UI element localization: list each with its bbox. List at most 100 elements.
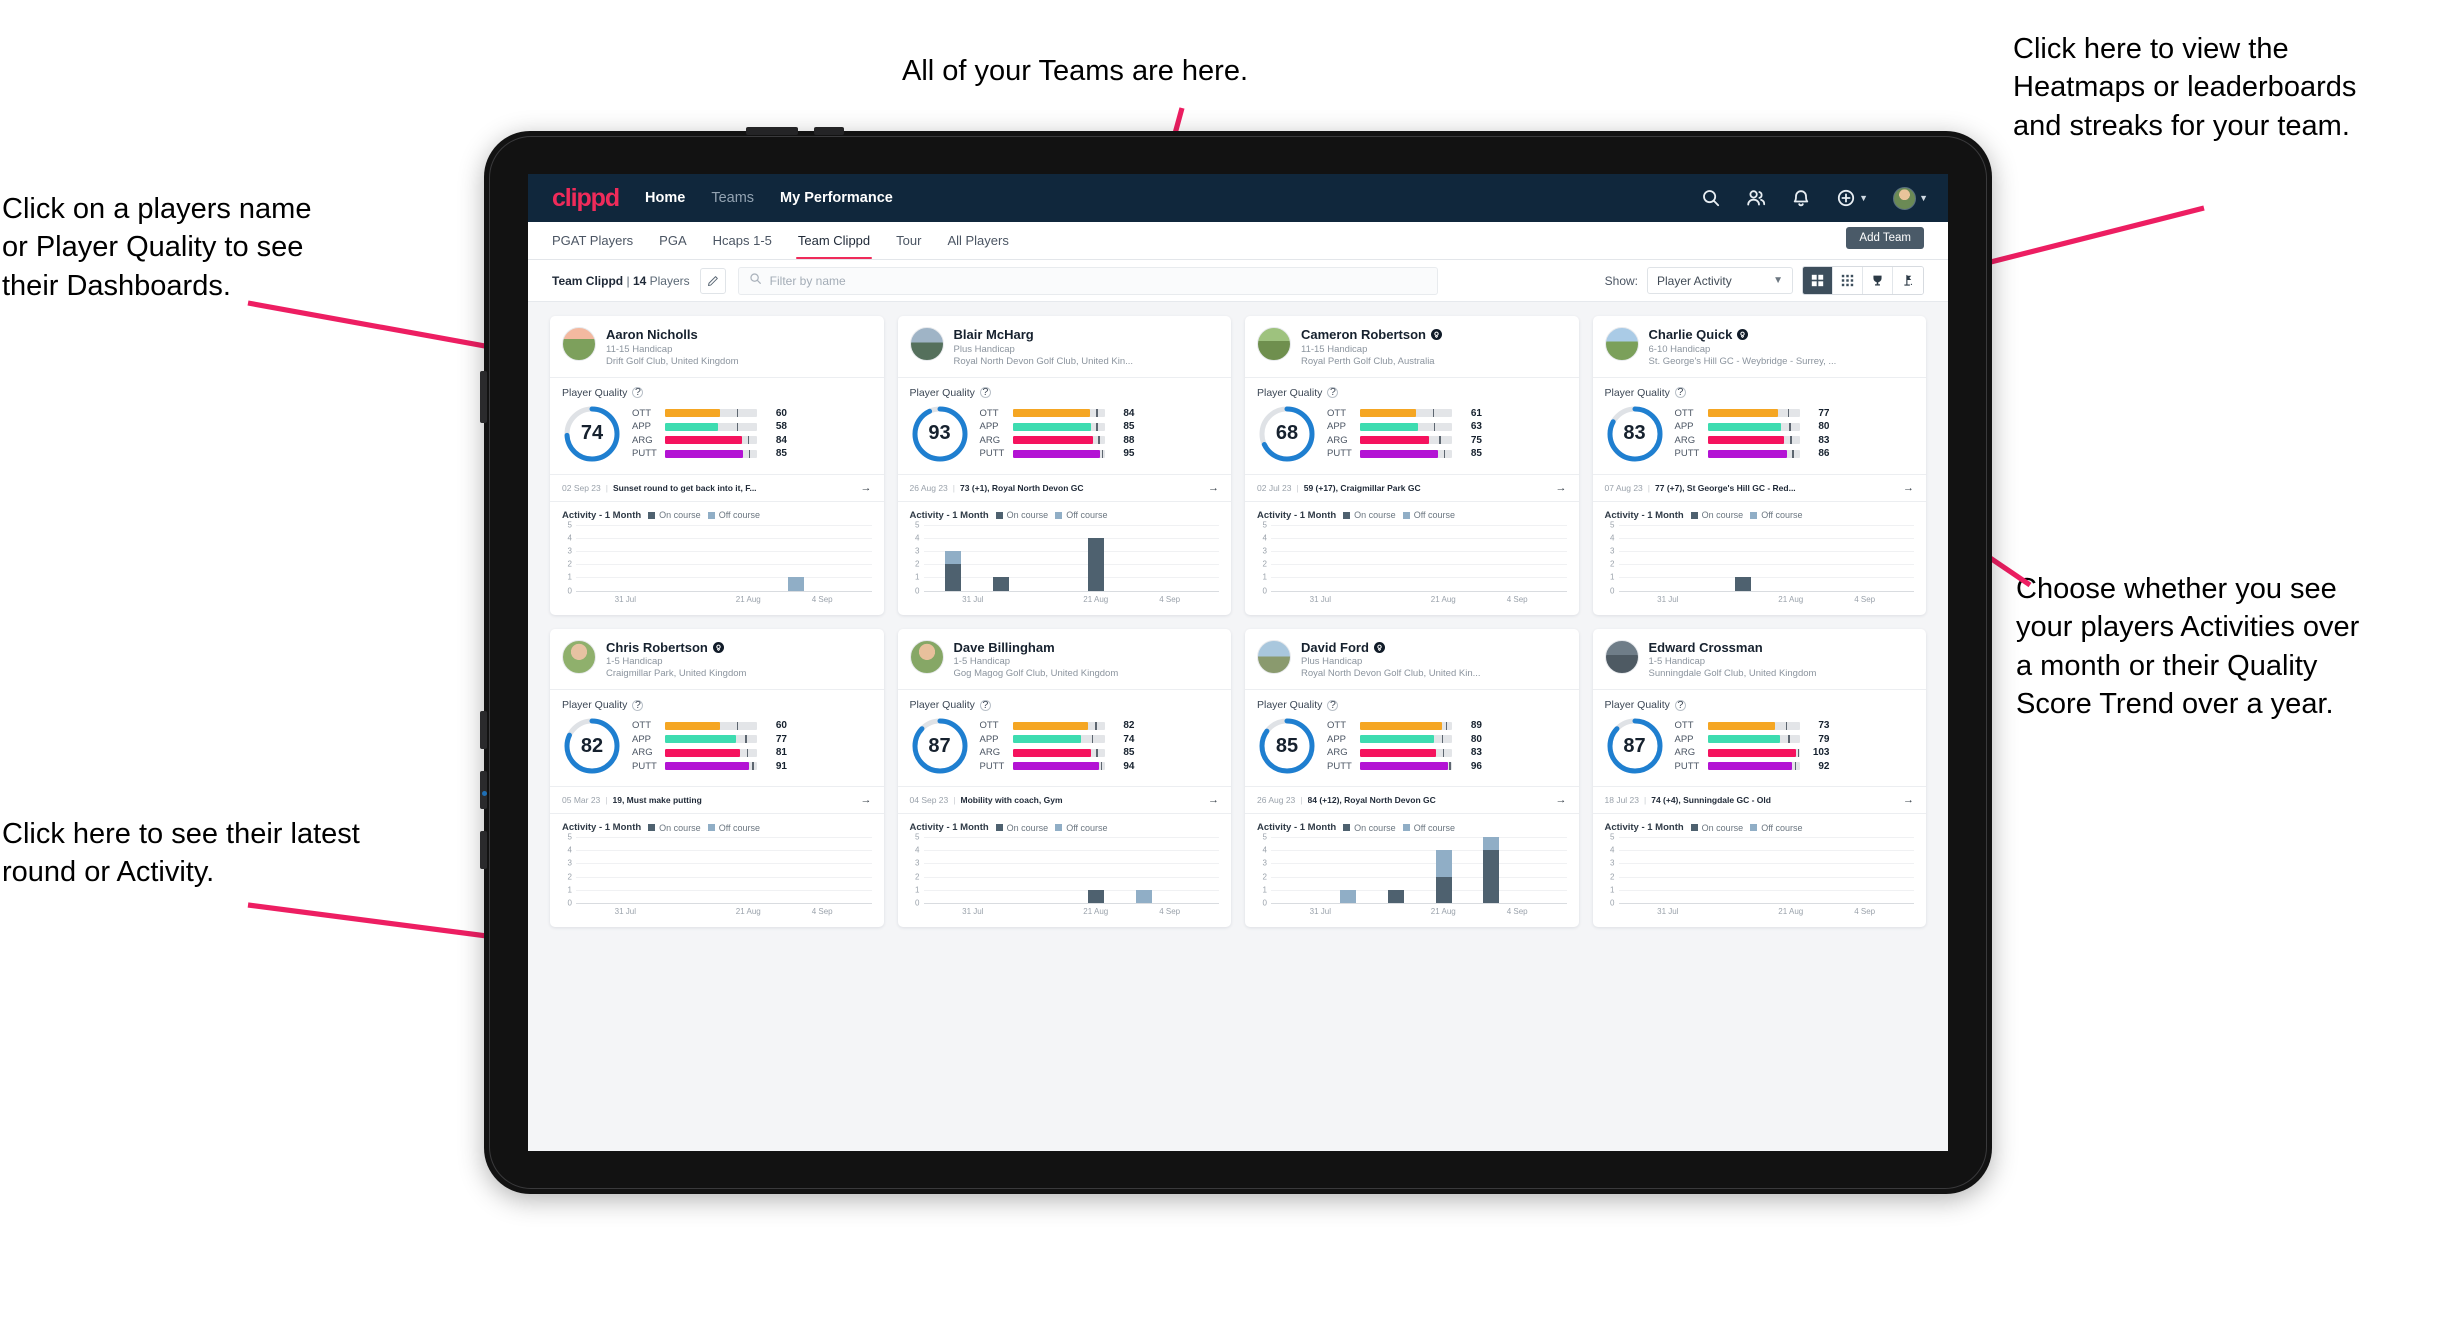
- player-avatar[interactable]: [1257, 327, 1291, 361]
- player-card-header[interactable]: Aaron Nicholls 11-15 Handicap Drift Golf C…: [550, 316, 884, 377]
- player-card-header[interactable]: Dave Billingham 1-5 Handicap Gog Magog Gol…: [898, 629, 1232, 690]
- player-card[interactable]: Charlie Quick 6-10 Handicap St. George's H…: [1592, 316, 1927, 615]
- player-card[interactable]: Aaron Nicholls 11-15 Handicap Drift Golf C…: [550, 316, 884, 615]
- arrow-right-icon[interactable]: →: [1556, 794, 1567, 806]
- metric-row: PUTT 91: [632, 761, 872, 772]
- metric-label: OTT: [632, 407, 651, 419]
- pencil-icon[interactable]: [699, 267, 726, 294]
- latest-round-row[interactable]: 04 Sep 23 | Mobility with coach, Gym →: [897, 786, 1231, 814]
- tab-pgat-players[interactable]: PGAT Players: [552, 222, 633, 259]
- arrow-right-icon[interactable]: →: [861, 794, 872, 806]
- player-quality-body[interactable]: 83 OTT 77 APP 80 ARG 83 PUTT 86: [1593, 403, 1927, 474]
- player-name[interactable]: Aaron Nicholls: [606, 327, 698, 342]
- arrow-right-icon[interactable]: →: [1208, 482, 1219, 494]
- chart-plot-area: 5 4 3 2 1 0: [1263, 520, 1567, 595]
- nav-my-performance[interactable]: My Performance: [780, 190, 893, 206]
- player-card-header[interactable]: Edward Crossman 1-5 Handicap Sunningdale G…: [1593, 629, 1927, 690]
- player-name[interactable]: Cameron Robertson: [1301, 327, 1426, 342]
- player-quality-body[interactable]: 85 OTT 89 APP 80 ARG 83 PUTT 96: [1245, 715, 1579, 786]
- tab-tour[interactable]: Tour: [896, 222, 921, 259]
- question-mark-icon[interactable]: ?: [1327, 699, 1339, 711]
- player-name[interactable]: Charlie Quick: [1649, 327, 1733, 342]
- add-team-button[interactable]: Add Team: [1846, 227, 1924, 249]
- latest-round-row[interactable]: 26 Aug 23 | 73 (+1), Royal North Devon GC →: [897, 473, 1231, 502]
- avatar[interactable]: ▼: [1893, 186, 1928, 210]
- player-name[interactable]: Chris Robertson: [606, 640, 708, 655]
- player-quality-body[interactable]: 87 OTT 82 APP 74 ARG 85 PUTT 94: [898, 715, 1232, 786]
- player-card-header[interactable]: Cameron Robertson 11-15 Handicap Royal Per…: [1245, 316, 1579, 377]
- latest-round-row[interactable]: 02 Sep 23 | Sunset round to get back into …: [550, 473, 884, 502]
- question-mark-icon[interactable]: ?: [1327, 387, 1339, 398]
- quality-score-ring[interactable]: 87: [1605, 716, 1665, 776]
- arrow-right-icon[interactable]: →: [1903, 794, 1914, 806]
- player-card[interactable]: Chris Robertson 1-5 Handicap Craigmillar P…: [550, 628, 884, 927]
- player-avatar[interactable]: [1604, 639, 1639, 674]
- player-avatar[interactable]: [1604, 327, 1639, 361]
- question-mark-icon[interactable]: ?: [632, 387, 644, 398]
- latest-round-row[interactable]: 18 Jul 23 | 74 (+4), Sunningdale GC - Old →: [1592, 786, 1926, 814]
- quality-score-ring[interactable]: 83: [1605, 404, 1665, 464]
- player-name[interactable]: David Ford: [1301, 640, 1369, 655]
- player-avatar[interactable]: [562, 639, 596, 674]
- player-card-header[interactable]: Charlie Quick 6-10 Handicap St. George's H…: [1593, 316, 1927, 377]
- player-handicap: 1-5 Handicap: [606, 656, 663, 667]
- question-mark-icon[interactable]: ?: [1674, 387, 1686, 398]
- bell-icon[interactable]: [1791, 188, 1811, 208]
- grid-large-icon[interactable]: [1803, 267, 1833, 294]
- arrow-right-icon[interactable]: →: [861, 482, 872, 494]
- player-avatar[interactable]: [909, 639, 944, 674]
- trophy-icon[interactable]: [1863, 267, 1893, 294]
- player-card[interactable]: Edward Crossman 1-5 Handicap Sunningdale G…: [1592, 628, 1927, 927]
- latest-round-row[interactable]: 07 Aug 23 | 77 (+7), St George's Hill GC -…: [1592, 473, 1926, 502]
- player-card[interactable]: Cameron Robertson 11-15 Handicap Royal Per…: [1245, 316, 1579, 615]
- player-quality-body[interactable]: 74 OTT 60 APP 58 ARG 84 PUTT 85: [550, 403, 884, 474]
- latest-round-row[interactable]: 05 Mar 23 | 19, Must make putting →: [550, 786, 884, 814]
- people-icon[interactable]: [1746, 188, 1766, 208]
- player-avatar[interactable]: [909, 327, 944, 361]
- player-card-header[interactable]: David Ford Plus Handicap Royal North Devon…: [1245, 629, 1579, 690]
- player-quality-body[interactable]: 87 OTT 73 APP 79 ARG 103 PUTT 92: [1593, 715, 1927, 786]
- player-quality-body[interactable]: 68 OTT 61 APP 63 ARG 75 PUTT 85: [1245, 403, 1579, 474]
- grid-small-icon[interactable]: [1833, 267, 1863, 294]
- player-card-header[interactable]: Chris Robertson 1-5 Handicap Craigmillar P…: [550, 629, 884, 690]
- tab-hcaps-1-5[interactable]: Hcaps 1-5: [713, 222, 772, 259]
- golf-flag-icon[interactable]: [1893, 267, 1923, 294]
- nav-teams[interactable]: Teams: [711, 190, 754, 206]
- quality-score-ring[interactable]: 82: [562, 716, 622, 776]
- quality-score-ring[interactable]: 87: [910, 716, 970, 776]
- arrow-right-icon[interactable]: →: [1208, 794, 1219, 806]
- tab-team-clippd[interactable]: Team Clippd: [795, 222, 873, 259]
- tab-all-players[interactable]: All Players: [947, 222, 1008, 259]
- player-card[interactable]: David Ford Plus Handicap Royal North Devon…: [1245, 628, 1579, 927]
- question-mark-icon[interactable]: ?: [979, 699, 991, 711]
- quality-score-ring[interactable]: 68: [1257, 404, 1317, 464]
- player-avatar[interactable]: [562, 327, 596, 361]
- quality-score-ring[interactable]: 93: [910, 404, 970, 464]
- player-name[interactable]: Edward Crossman: [1649, 640, 1763, 655]
- latest-round-row[interactable]: 02 Jul 23 | 59 (+17), Craigmillar Park GC →: [1245, 473, 1579, 502]
- latest-round-row[interactable]: 26 Aug 23 | 84 (+12), Royal North Devon GC…: [1245, 786, 1579, 814]
- player-avatar[interactable]: [1257, 639, 1291, 674]
- arrow-right-icon[interactable]: →: [1903, 482, 1914, 494]
- clippd-logo[interactable]: clippd: [552, 184, 620, 213]
- player-name[interactable]: Blair McHarg: [954, 327, 1034, 342]
- show-select[interactable]: Player Activity ▼: [1647, 267, 1793, 294]
- question-mark-icon[interactable]: ?: [1674, 699, 1686, 711]
- legend-off-course-label: Off course: [718, 510, 761, 520]
- question-mark-icon[interactable]: ?: [979, 387, 991, 398]
- player-quality-body[interactable]: 93 OTT 84 APP 85 ARG 88 PUTT 95: [898, 403, 1232, 474]
- question-mark-icon[interactable]: ?: [632, 699, 644, 711]
- plus-circle-icon[interactable]: ▼: [1836, 188, 1868, 208]
- arrow-right-icon[interactable]: →: [1556, 482, 1567, 494]
- player-name[interactable]: Dave Billingham: [954, 640, 1055, 655]
- search-icon[interactable]: [1701, 188, 1721, 208]
- tab-pga[interactable]: PGA: [659, 222, 686, 259]
- player-card[interactable]: Blair McHarg Plus Handicap Royal North Dev…: [897, 316, 1232, 615]
- player-quality-body[interactable]: 82 OTT 60 APP 77 ARG 81 PUTT 91: [550, 715, 884, 786]
- player-card-header[interactable]: Blair McHarg Plus Handicap Royal North Dev…: [898, 316, 1232, 377]
- quality-score-ring[interactable]: 85: [1257, 716, 1317, 776]
- search-input[interactable]: Filter by name: [737, 266, 1438, 295]
- player-card[interactable]: Dave Billingham 1-5 Handicap Gog Magog Gol…: [897, 628, 1232, 927]
- quality-score-ring[interactable]: 74: [562, 404, 622, 464]
- nav-home[interactable]: Home: [645, 190, 685, 206]
